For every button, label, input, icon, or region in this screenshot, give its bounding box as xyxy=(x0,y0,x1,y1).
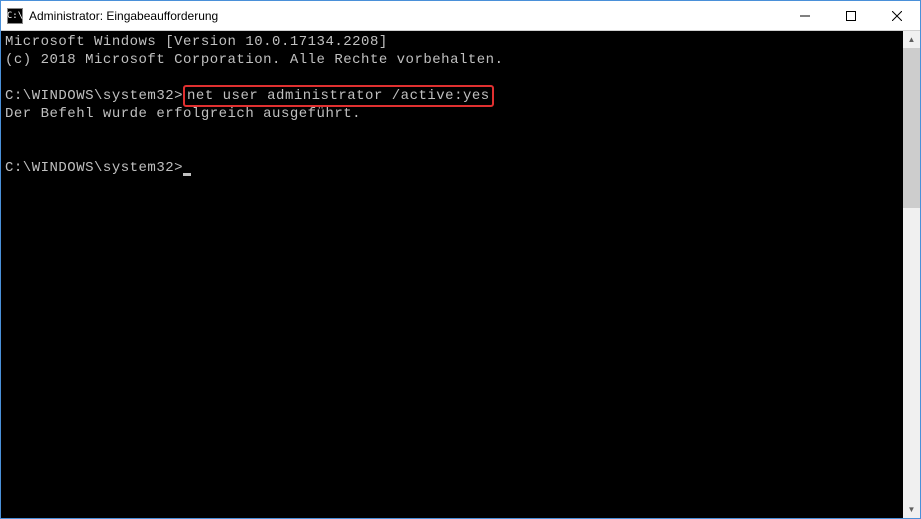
terminal-output[interactable]: Microsoft Windows [Version 10.0.17134.22… xyxy=(1,31,903,518)
copyright-line: (c) 2018 Microsoft Corporation. Alle Rec… xyxy=(5,52,503,68)
prompt-2: C:\WINDOWS\system32> xyxy=(5,160,183,176)
vertical-scrollbar[interactable]: ▲ ▼ xyxy=(903,31,920,518)
prompt-1: C:\WINDOWS\system32> xyxy=(5,88,183,104)
minimize-button[interactable] xyxy=(782,1,828,30)
window-controls xyxy=(782,1,920,30)
cursor xyxy=(183,173,191,176)
version-line: Microsoft Windows [Version 10.0.17134.22… xyxy=(5,34,388,50)
result-line: Der Befehl wurde erfolgreich ausgeführt. xyxy=(5,106,361,122)
maximize-button[interactable] xyxy=(828,1,874,30)
window-title: Administrator: Eingabeaufforderung xyxy=(29,9,782,23)
app-icon: C:\ xyxy=(7,8,23,24)
scroll-down-arrow[interactable]: ▼ xyxy=(903,501,920,518)
titlebar[interactable]: C:\ Administrator: Eingabeaufforderung xyxy=(1,1,920,31)
scroll-thumb[interactable] xyxy=(903,48,920,208)
highlighted-command: net user administrator /active:yes xyxy=(183,85,494,107)
terminal-area: Microsoft Windows [Version 10.0.17134.22… xyxy=(1,31,920,518)
command-prompt-window: C:\ Administrator: Eingabeaufforderung M… xyxy=(0,0,921,519)
scroll-track[interactable] xyxy=(903,48,920,501)
scroll-up-arrow[interactable]: ▲ xyxy=(903,31,920,48)
close-button[interactable] xyxy=(874,1,920,30)
